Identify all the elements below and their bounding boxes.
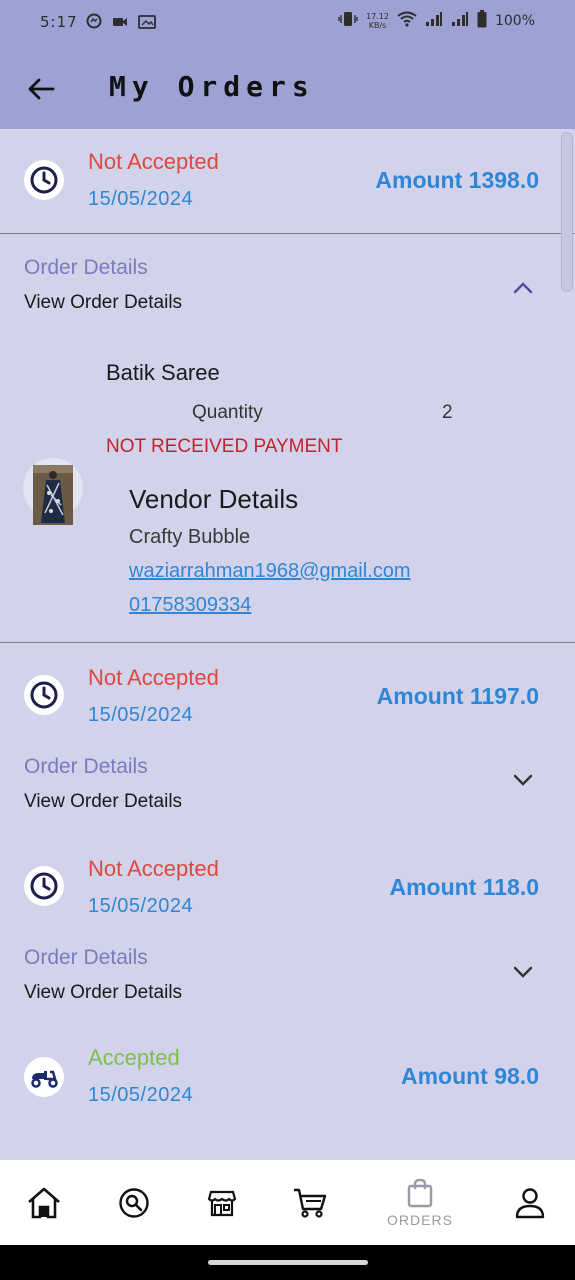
messenger-icon	[86, 13, 102, 33]
app-bar: My Orders	[0, 48, 575, 129]
order-amount: Amount 1197.0	[376, 683, 539, 709]
nav-orders-label: ORDERS	[387, 1211, 453, 1228]
clock-icon	[30, 872, 58, 900]
nav-cart[interactable]	[288, 1160, 332, 1245]
wifi-icon	[397, 11, 417, 31]
order-status: Not Accepted	[88, 856, 219, 881]
order-details-toggle[interactable]: Order Details View Order Details	[0, 748, 575, 857]
vendor-name: Crafty Bubble	[129, 526, 251, 548]
nav-search[interactable]	[112, 1160, 156, 1245]
scrollbar[interactable]	[561, 132, 573, 292]
status-notification-icons	[86, 13, 156, 33]
shopping-bag-icon	[407, 1178, 433, 1207]
order-status: Accepted	[88, 1045, 180, 1070]
view-order-details: View Order Details	[24, 982, 183, 1003]
vendor-phone-link[interactable]: 01758309334	[129, 594, 251, 617]
chevron-down-icon[interactable]	[511, 768, 535, 792]
page-title: My Orders	[109, 70, 315, 103]
view-order-details: View Order Details	[24, 791, 183, 812]
order-date: 15/05/2024	[88, 188, 194, 210]
store-icon	[207, 1190, 237, 1216]
order-header: Not Accepted 15/05/2024 Amount 1398.0	[0, 129, 575, 233]
order-details-title: Order Details	[24, 946, 148, 969]
quantity-label: Quantity	[192, 402, 263, 423]
search-icon	[119, 1187, 149, 1218]
order-amount: Amount 1398.0	[375, 167, 539, 193]
back-button[interactable]	[24, 72, 58, 106]
order-date: 15/05/2024	[88, 704, 194, 726]
net-speed: 17.12 KB/s	[366, 12, 389, 30]
product-name: Batik Saree	[106, 360, 220, 385]
signal-icon-1	[425, 11, 443, 31]
cart-icon	[294, 1188, 327, 1218]
home-gesture-handle[interactable]	[208, 1260, 368, 1265]
order-amount: Amount 118.0	[389, 874, 539, 900]
scooter-icon	[31, 1070, 58, 1088]
order-status: Not Accepted	[88, 665, 219, 690]
order-date: 15/05/2024	[88, 895, 194, 917]
nav-profile[interactable]	[508, 1160, 552, 1245]
product-image	[33, 465, 73, 525]
battery-percent: 100%	[494, 13, 535, 29]
view-order-details: View Order Details	[24, 292, 183, 313]
bottom-nav: ORDERS	[0, 1160, 575, 1245]
order-header: Accepted 15/05/2024 Amount 98.0	[0, 1045, 575, 1160]
order-details-panel: Batik Saree Quantity 2 NOT RECEIVED PAYM…	[0, 334, 575, 642]
order-details-toggle[interactable]: Order Details View Order Details	[0, 234, 575, 334]
clock-icon	[30, 166, 58, 194]
home-icon	[28, 1187, 60, 1218]
net-speed-value: 17.12	[366, 12, 389, 21]
order-header: Not Accepted 15/05/2024 Amount 1197.0	[0, 643, 575, 748]
nav-home[interactable]	[22, 1160, 66, 1245]
video-icon	[112, 14, 128, 33]
orders-list[interactable]: Not Accepted 15/05/2024 Amount 1398.0 Or…	[0, 129, 575, 1160]
status-bar: 5:17 17.12 KB/s 100%	[0, 0, 575, 48]
net-speed-unit: KB/s	[368, 21, 387, 30]
gallery-icon	[138, 14, 156, 33]
payment-status: NOT RECEIVED PAYMENT	[106, 436, 343, 457]
order-details-title: Order Details	[24, 256, 148, 279]
clock-icon	[30, 681, 58, 709]
gesture-bar	[0, 1245, 575, 1280]
order-card: Not Accepted 15/05/2024 Amount 118.0 Ord…	[0, 856, 575, 1067]
signal-icon-2	[451, 11, 469, 31]
order-details-title: Order Details	[24, 755, 148, 778]
arrow-left-icon	[28, 78, 55, 100]
order-date: 15/05/2024	[88, 1084, 194, 1106]
battery-icon	[477, 10, 487, 32]
order-card: Not Accepted 15/05/2024 Amount 1197.0 Or…	[0, 643, 575, 857]
order-status: Not Accepted	[88, 149, 219, 174]
status-icon-badge	[24, 675, 64, 715]
chevron-up-icon[interactable]	[511, 276, 535, 300]
order-amount: Amount 98.0	[400, 1063, 539, 1089]
order-card: Accepted 15/05/2024 Amount 98.0	[0, 1045, 575, 1160]
quantity-value: 2	[442, 402, 453, 423]
vendor-email-link[interactable]: waziarrahman1968@gmail.com	[129, 560, 411, 583]
status-icon-badge	[24, 1057, 64, 1097]
order-card: Not Accepted 15/05/2024 Amount 1398.0 Or…	[0, 129, 575, 643]
status-icon-badge	[24, 866, 64, 906]
status-system-icons: 17.12 KB/s 100%	[338, 10, 535, 32]
vibrate-icon	[338, 11, 358, 31]
status-time: 5:17	[40, 13, 78, 31]
nav-store[interactable]	[200, 1160, 244, 1245]
nav-orders[interactable]: ORDERS	[380, 1160, 460, 1245]
status-icon-badge	[24, 160, 64, 200]
person-icon	[515, 1187, 545, 1218]
vendor-details-title: Vendor Details	[129, 484, 299, 514]
order-details-toggle[interactable]: Order Details View Order Details	[0, 946, 575, 1067]
chevron-down-icon[interactable]	[511, 960, 535, 984]
